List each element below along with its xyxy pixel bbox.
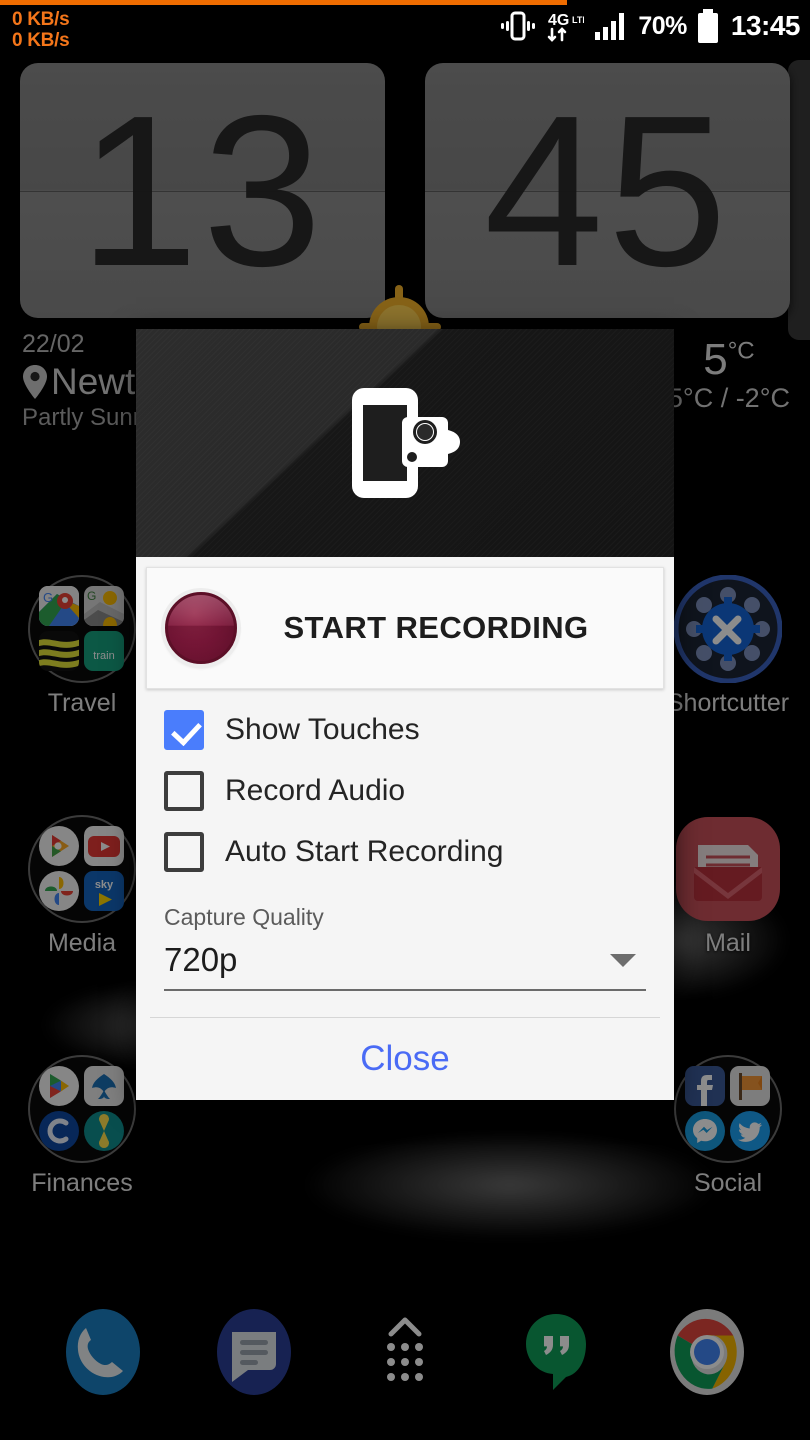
start-recording-button[interactable]: START RECORDING (146, 567, 664, 689)
start-recording-label: START RECORDING (283, 610, 589, 645)
network-4g-lte-icon: 4G LTE (548, 12, 584, 42)
vibrate-icon (501, 11, 536, 41)
network-speed-indicator: 0 KB/s 0 KB/s (12, 9, 70, 51)
option-show-touches[interactable]: Show Touches (136, 699, 674, 760)
battery-icon (697, 9, 718, 43)
option-record-audio[interactable]: Record Audio (136, 760, 674, 821)
close-button-label: Close (360, 1039, 450, 1078)
signal-bars-icon (595, 13, 625, 40)
option-auto-start-recording[interactable]: Auto Start Recording (136, 821, 674, 882)
checkbox-record-audio[interactable] (164, 770, 204, 811)
checkbox-show-touches[interactable] (164, 709, 204, 750)
checkbox-auto-start-recording[interactable] (164, 831, 204, 872)
status-bar: 0 KB/s 0 KB/s 4G LTE (0, 0, 810, 55)
capture-quality-spinner[interactable]: 720p (164, 937, 646, 991)
phone-camcorder-icon (352, 388, 460, 498)
svg-text:LTE: LTE (572, 15, 584, 25)
option-label-record-audio: Record Audio (225, 773, 406, 807)
dialog-header (136, 329, 674, 557)
svg-text:4G: 4G (548, 12, 569, 29)
screen-recorder-dialog: START RECORDING Show Touches Record Audi… (136, 329, 674, 1100)
network-speed-up: 0 KB/s (12, 9, 70, 30)
capture-quality-section: Capture Quality 720p (136, 882, 674, 991)
network-speed-down: 0 KB/s (12, 30, 70, 51)
status-bar-clock: 13:45 (730, 10, 801, 41)
battery-percent: 70% (638, 11, 687, 40)
android-home-screen: 13 45 22/02 Newt Partly Sunny 5°C 5°C / … (0, 0, 810, 1440)
capture-quality-label: Capture Quality (164, 904, 324, 930)
close-button[interactable]: Close (136, 1018, 674, 1100)
capture-quality-value: 720p (164, 941, 238, 978)
option-label-show-touches: Show Touches (225, 712, 420, 746)
chevron-down-icon (610, 953, 636, 967)
status-bar-icons: 4G LTE 70% 13:45 (499, 8, 801, 44)
option-label-auto-start-recording: Auto Start Recording (225, 834, 504, 868)
network-progress-bar (0, 0, 567, 5)
